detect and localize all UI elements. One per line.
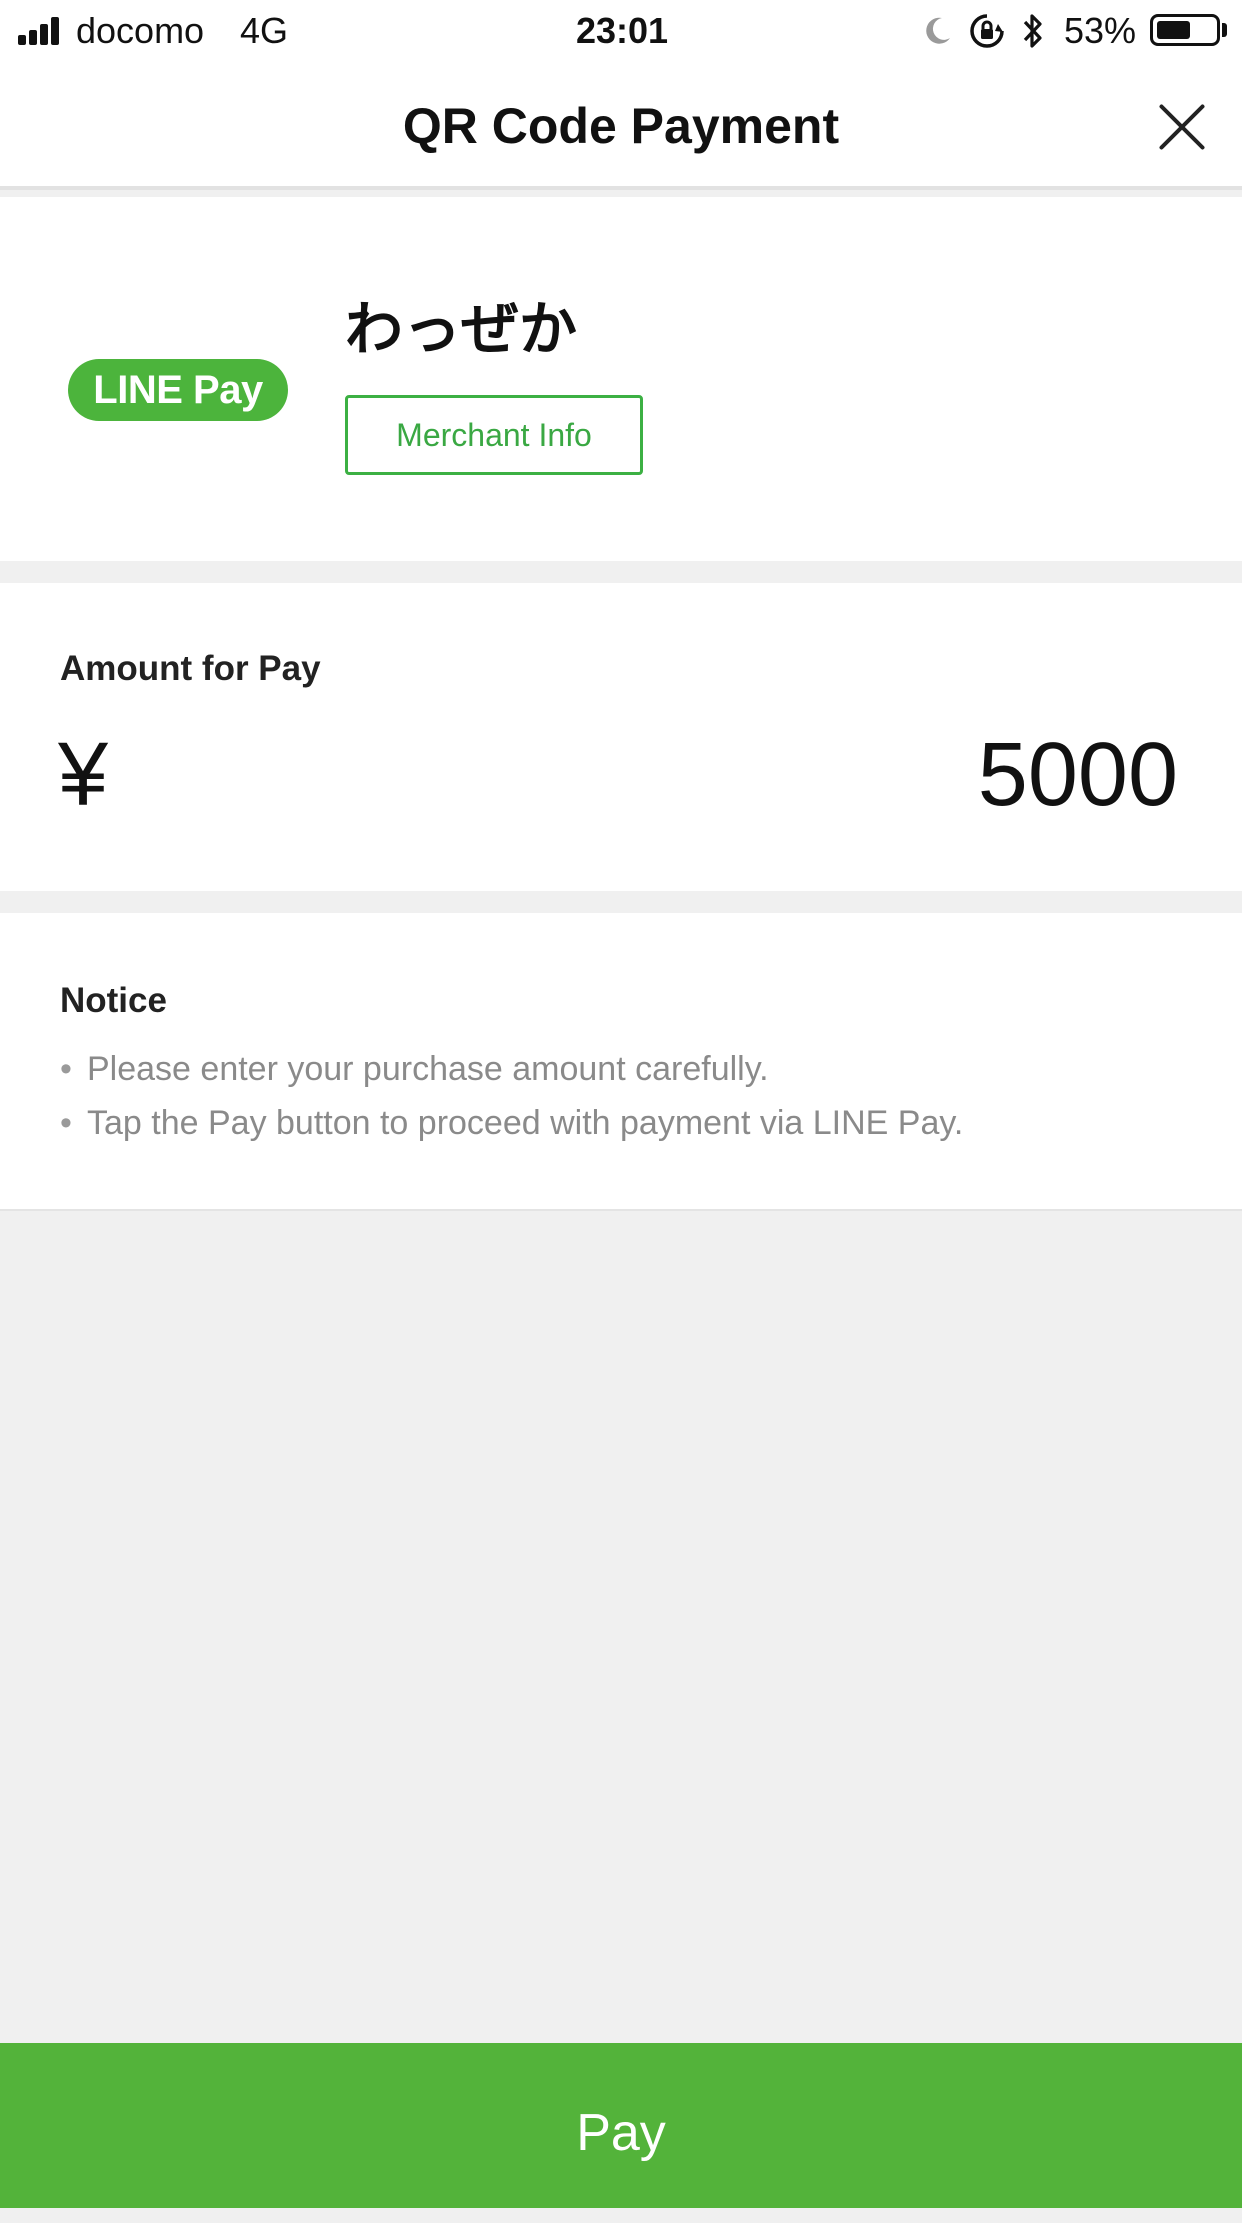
status-bar: docomo 4G 23:01 53% — [0, 0, 1242, 62]
notice-item-text: Please enter your purchase amount carefu… — [87, 1050, 769, 1088]
pay-button[interactable]: Pay — [0, 2043, 1242, 2208]
notice-section: Notice • Please enter your purchase amoun… — [0, 913, 1242, 1211]
notice-item-text: Tap the Pay button to proceed with payme… — [87, 1104, 964, 1142]
notice-item: • Tap the Pay button to proceed with paym… — [60, 1101, 963, 1145]
page-title: QR Code Payment — [402, 98, 840, 154]
battery-icon — [1150, 14, 1220, 46]
line-pay-logo: LINE Pay — [68, 359, 288, 421]
orientation-lock-icon — [970, 14, 1004, 48]
currency-symbol: ¥ — [58, 725, 109, 825]
notice-item: • Please enter your purchase amount caref… — [60, 1047, 769, 1091]
status-time: 23:01 — [576, 10, 669, 51]
moon-icon — [926, 17, 950, 44]
amount-label: Amount for Pay — [60, 649, 321, 688]
bluetooth-icon — [1023, 14, 1042, 48]
bullet-icon: • — [60, 1104, 72, 1142]
amount-input[interactable]: 5000 — [978, 725, 1178, 825]
battery-percent: 53% — [1064, 10, 1137, 51]
close-icon[interactable] — [1150, 96, 1212, 158]
notice-title: Notice — [60, 981, 167, 1020]
battery-tip — [1222, 23, 1227, 37]
merchant-section: LINE Pay わっぜか Merchant Info — [0, 197, 1242, 561]
nav-bar: QR Code Payment — [0, 62, 1242, 190]
merchant-info-button[interactable]: Merchant Info — [345, 395, 643, 475]
carrier-label: docomo — [76, 10, 205, 51]
network-label: 4G — [240, 10, 289, 51]
merchant-name: わっぜか — [345, 297, 578, 362]
amount-section: Amount for Pay ¥ 5000 — [0, 583, 1242, 891]
signal-icon — [18, 17, 68, 45]
bullet-icon: • — [60, 1050, 72, 1088]
